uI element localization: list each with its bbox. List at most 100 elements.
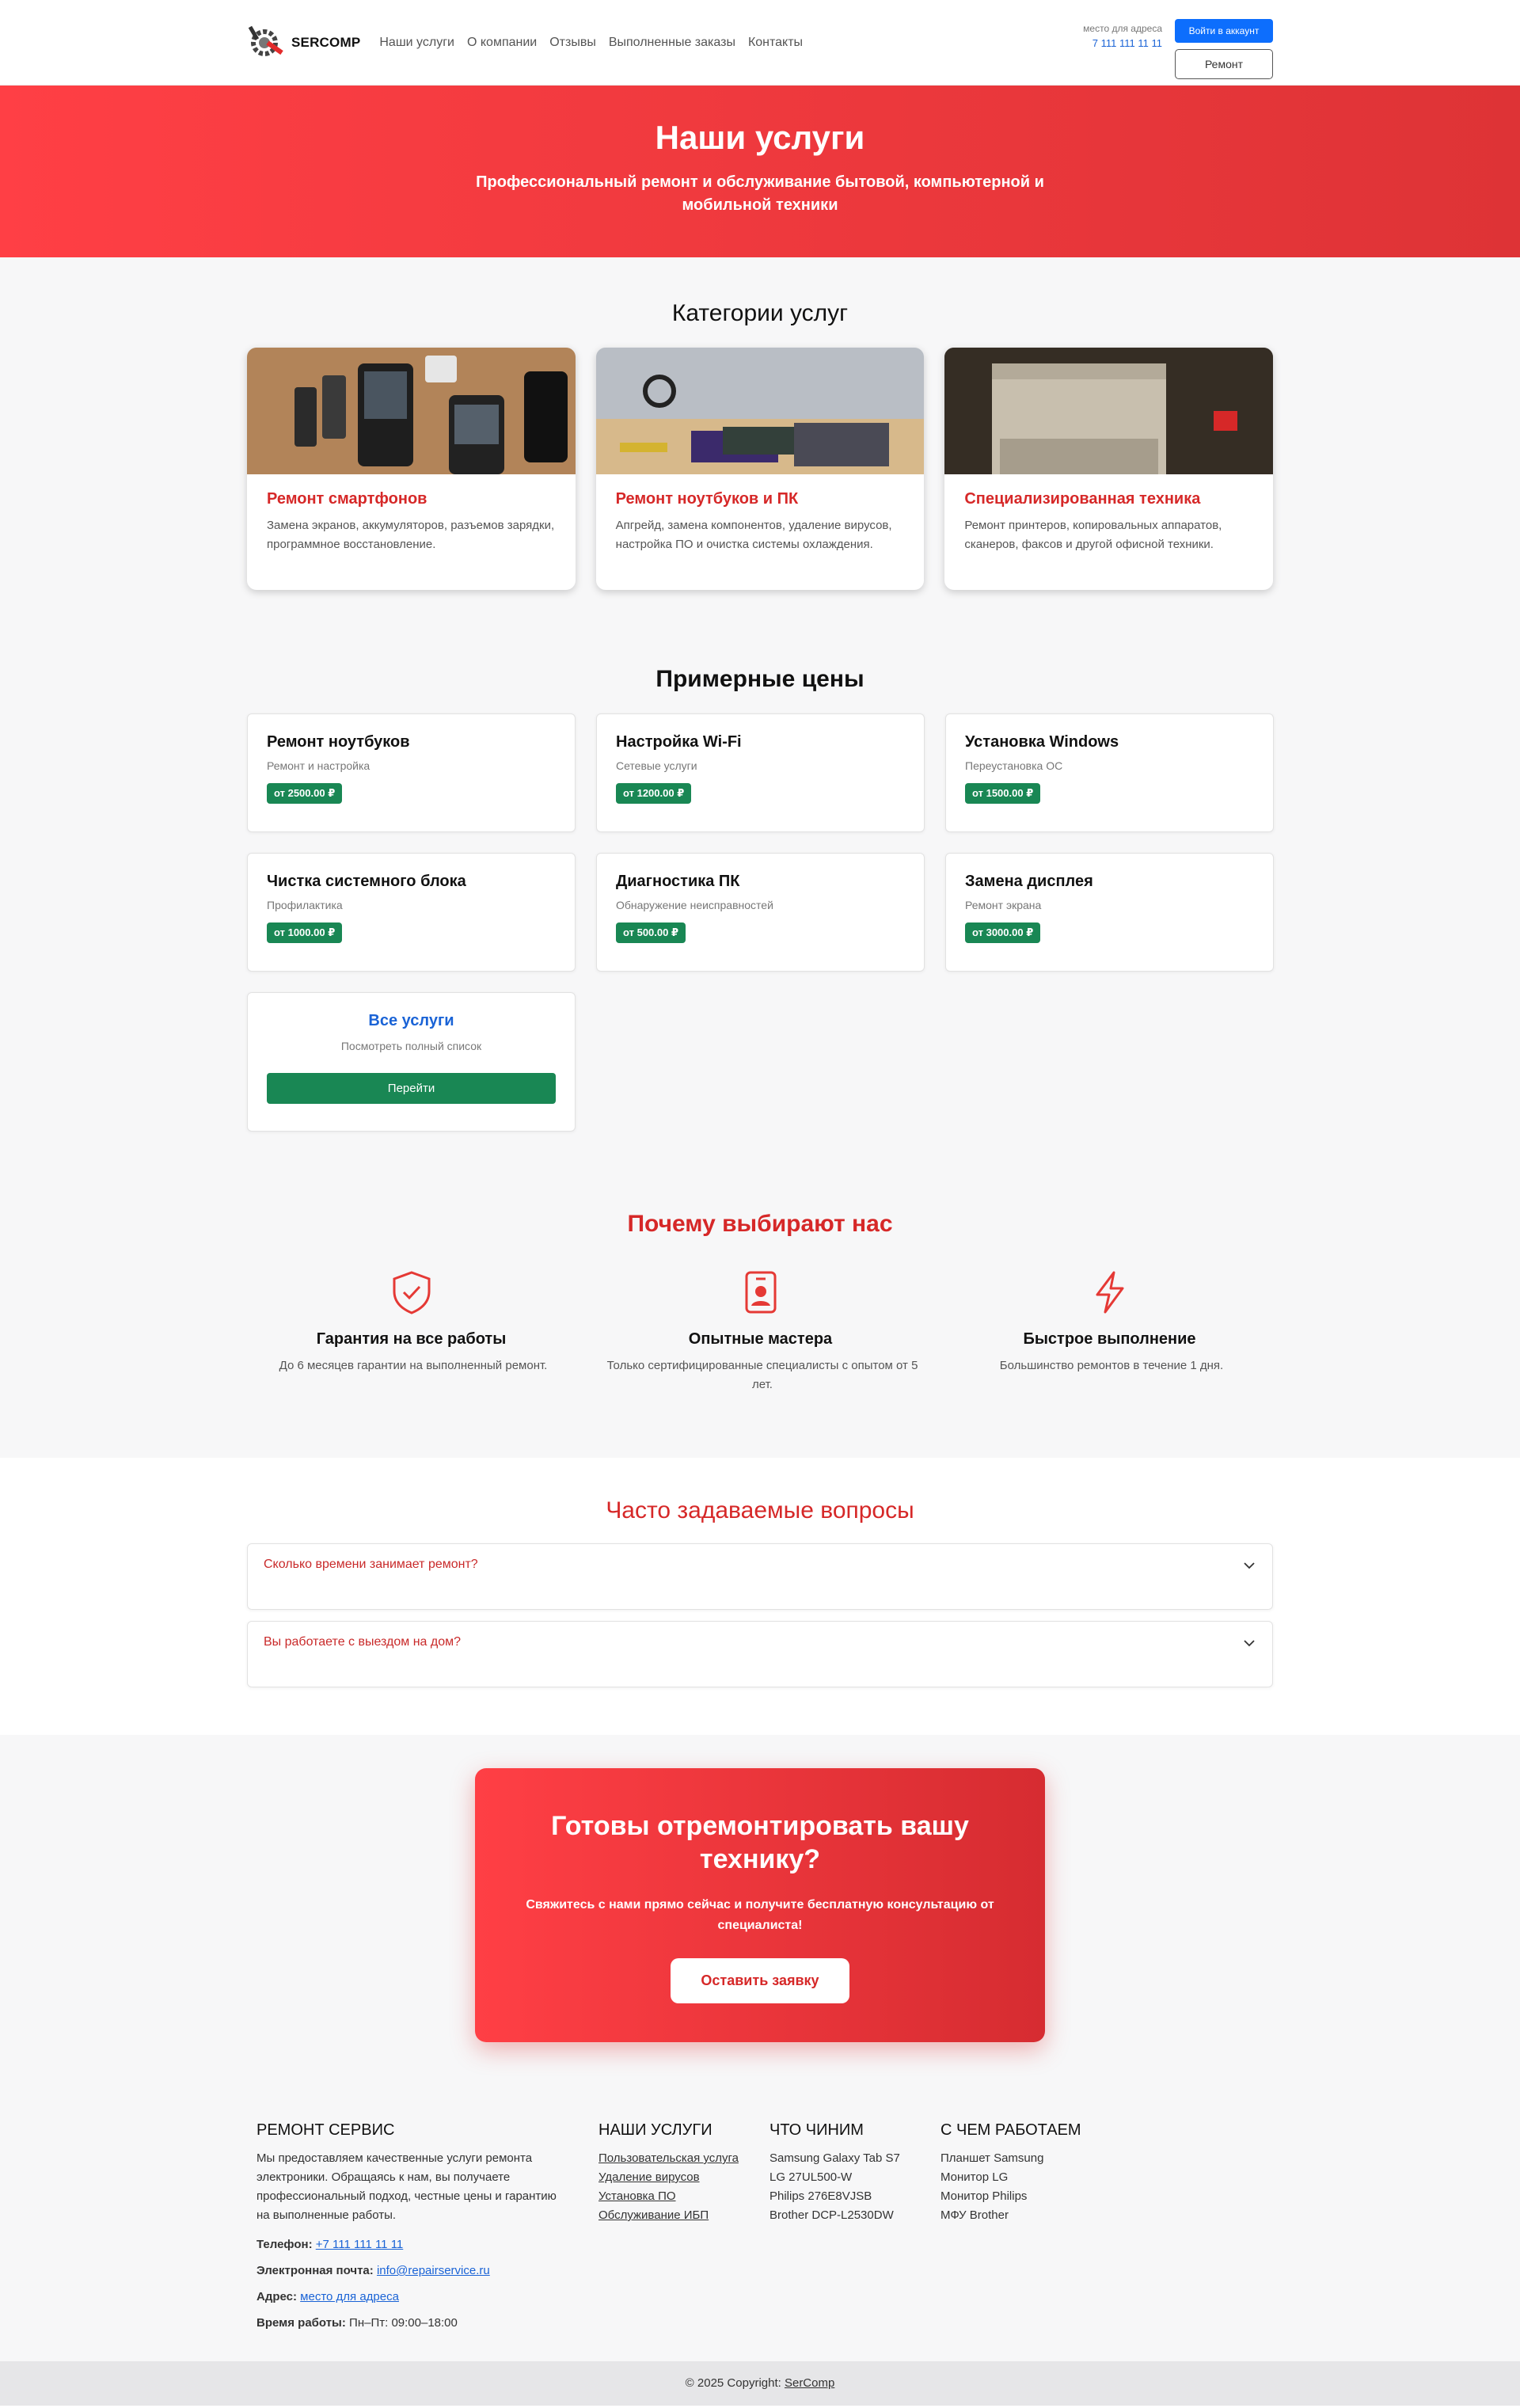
footer-phone-label: Телефон: — [256, 2238, 313, 2251]
footer-address-link[interactable]: место для адреса — [300, 2290, 399, 2303]
repair-button[interactable]: Ремонт — [1175, 48, 1273, 79]
nav-reviews[interactable]: Отзывы — [549, 36, 596, 50]
footer-service-link[interactable]: Пользовательская услуга — [598, 2151, 739, 2165]
footer-phone-link[interactable]: +7 111 111 11 11 — [316, 2238, 404, 2251]
footer-email-link[interactable]: info@repairservice.ru — [377, 2264, 490, 2277]
footer-fix-item: Brother DCP-L2530DW — [770, 2208, 894, 2222]
footer-hours: Пн–Пт: 09:00–18:00 — [349, 2316, 458, 2330]
price-title: Настройка Wi-Fi — [616, 733, 742, 751]
why-item-warranty: Гарантия на все работы До 6 месяцев гара… — [247, 1269, 576, 1394]
why-item-speed: Быстрое выполнение Большинство ремонтов … — [945, 1269, 1274, 1394]
chevron-down-icon[interactable] — [1242, 1558, 1256, 1573]
price-card[interactable]: Установка Windows Переустановка ОС от 15… — [945, 713, 1274, 832]
why-item-desc: Большинство ремонтов в течение 1 дня. — [999, 1359, 1224, 1372]
go-button[interactable]: Перейти — [267, 1073, 556, 1104]
main-nav: Наши услуги О компании Отзывы Выполненны… — [379, 36, 803, 50]
footer-fix-item: Samsung Galaxy Tab S7 — [770, 2151, 900, 2165]
category-card-laptops[interactable]: Ремонт ноутбуков и ПК Апгрейд, замена ко… — [595, 348, 925, 590]
submit-request-button[interactable]: Оставить заявку — [671, 1958, 849, 2003]
footer-fix-item: LG 27UL500-W — [770, 2170, 853, 2184]
hero-banner: Наши услуги Профессиональный ремонт и об… — [0, 86, 1520, 257]
price-subtitle: Переустановка ОС — [965, 759, 1063, 772]
footer-service-link[interactable]: Установка ПО — [598, 2189, 676, 2203]
header-address: место для адреса — [1083, 22, 1162, 34]
price-subtitle: Ремонт и настройка — [267, 759, 370, 772]
logo-text: SERCOMP — [291, 35, 361, 50]
price-badge: от 1200.00 ₽ — [616, 783, 692, 804]
price-badge: от 2500.00 ₽ — [267, 783, 343, 804]
copyright-text: © 2025 Copyright: — [685, 2376, 781, 2390]
price-badge: от 1500.00 ₽ — [965, 783, 1041, 804]
all-services-card: Все услуги Посмотреть полный список Пере… — [247, 992, 576, 1132]
category-card-special[interactable]: Специализированная техника Ремонт принте… — [944, 348, 1274, 590]
nav-services[interactable]: Наши услуги — [379, 36, 454, 50]
faq-item[interactable]: Сколько времени занимает ремонт? — [247, 1543, 1273, 1610]
cta-title: Готовы отремонтировать вашу технику? — [551, 1811, 969, 1874]
logo[interactable]: SERCOMP — [247, 21, 360, 64]
all-services-title[interactable]: Все услуги — [267, 1012, 556, 1030]
footer-about-title: РЕМОНТ СЕРВИС — [256, 2121, 395, 2139]
price-card[interactable]: Чистка системного блока Профилактика от … — [247, 853, 576, 972]
cta-card: Готовы отремонтировать вашу технику? Свя… — [475, 1768, 1045, 2042]
nav-orders[interactable]: Выполненные заказы — [609, 36, 735, 50]
footer-about-text: Мы предоставляем качественные услуги рем… — [256, 2151, 557, 2222]
cta-section: Готовы отремонтировать вашу технику? Свя… — [0, 1735, 1520, 2121]
footer-work-item: Планшет Samsung — [940, 2151, 1044, 2165]
laptop-repair-image — [595, 348, 925, 474]
footer-fix-item: Philips 276E8VJSB — [770, 2189, 872, 2203]
category-title: Ремонт смартфонов — [267, 490, 428, 508]
cta-text: Свяжитесь с нами прямо сейчас и получите… — [526, 1898, 994, 1932]
category-title: Ремонт ноутбуков и ПК — [615, 490, 799, 508]
footer-email-label: Электронная почта: — [256, 2264, 374, 2277]
footer-work-item: Монитор Philips — [940, 2189, 1028, 2203]
nav-about[interactable]: О компании — [467, 36, 537, 50]
why-item-masters: Опытные мастера Только сертифицированные… — [596, 1269, 925, 1394]
printer-image — [944, 348, 1274, 474]
footer-service-link[interactable]: Удаление вирусов — [598, 2170, 700, 2184]
category-desc: Замена экранов, аккумуляторов, разъемов … — [267, 519, 555, 551]
why-item-title: Быстрое выполнение — [1023, 1330, 1196, 1348]
price-card[interactable]: Диагностика ПК Обнаружение неисправносте… — [596, 853, 925, 972]
why-item-title: Гарантия на все работы — [316, 1330, 507, 1348]
shield-check-icon — [393, 1271, 430, 1314]
footer-what-we-fix: ЧТО ЧИНИМ Samsung Galaxy Tab S7 LG 27UL5… — [770, 2121, 940, 2330]
site-footer: РЕМОНТ СЕРВИС Мы предоставляем качествен… — [0, 2121, 1520, 2361]
footer-work-item: МФУ Brother — [940, 2208, 1009, 2222]
chevron-down-icon[interactable] — [1242, 1636, 1256, 1650]
footer-fix-title: ЧТО ЧИНИМ — [770, 2121, 864, 2139]
price-card[interactable]: Ремонт ноутбуков Ремонт и настройка от 2… — [247, 713, 576, 832]
price-badge: от 1000.00 ₽ — [267, 922, 343, 943]
why-us-title: Почему выбирают нас — [627, 1211, 893, 1237]
nav-contacts[interactable]: Контакты — [748, 36, 803, 50]
price-badge: от 3000.00 ₽ — [965, 922, 1041, 943]
price-subtitle: Профилактика — [267, 899, 343, 911]
price-title: Замена дисплея — [965, 873, 1093, 890]
hero-title: Наши услуги — [655, 119, 865, 156]
header-phone[interactable]: 7 111 111 11 11 — [1083, 37, 1162, 49]
all-services-subtitle: Посмотреть полный список — [340, 1040, 482, 1052]
footer-about: РЕМОНТ СЕРВИС Мы предоставляем качествен… — [256, 2121, 598, 2330]
footer-hours-row: Время работы: Пн–Пт: 09:00–18:00 — [256, 2316, 598, 2330]
faq-item[interactable]: Вы работаете с выездом на дом? — [247, 1621, 1273, 1687]
price-card[interactable]: Замена дисплея Ремонт экрана от 3000.00 … — [945, 853, 1274, 972]
price-title: Чистка системного блока — [267, 873, 466, 890]
price-badge: от 500.00 ₽ — [616, 922, 686, 943]
smartphone-repair-image — [247, 348, 576, 474]
why-item-desc: До 6 месяцев гарантии на выполненный рем… — [279, 1359, 548, 1372]
price-title: Установка Windows — [965, 733, 1119, 751]
footer-service-link[interactable]: Обслуживание ИБП — [598, 2208, 709, 2222]
footer-phone-row: Телефон: +7 111 111 11 11 — [256, 2238, 598, 2251]
price-title: Ремонт ноутбуков — [267, 733, 410, 751]
login-button[interactable]: Войти в аккаунт — [1175, 18, 1273, 43]
footer-work-title: С ЧЕМ РАБОТАЕМ — [940, 2121, 1081, 2139]
footer-email-row: Электронная почта: info@repairservice.ru — [256, 2264, 598, 2277]
footer-we-work-with: С ЧЕМ РАБОТАЕМ Планшет Samsung Монитор L… — [940, 2121, 1112, 2330]
copyright-link[interactable]: SerComp — [785, 2376, 834, 2390]
category-card-smartphones[interactable]: Ремонт смартфонов Замена экранов, аккуму… — [247, 348, 576, 590]
prices-title: Примерные цены — [656, 666, 864, 692]
faq-question[interactable]: Вы работаете с выездом на дом? — [264, 1635, 461, 1649]
faq-question[interactable]: Сколько времени занимает ремонт? — [264, 1558, 478, 1571]
price-card[interactable]: Настройка Wi-Fi Сетевые услуги от 1200.0… — [596, 713, 925, 832]
faq-section: Часто задаваемые вопросы Сколько времени… — [0, 1458, 1520, 1735]
faq-title: Часто задаваемые вопросы — [606, 1497, 914, 1524]
